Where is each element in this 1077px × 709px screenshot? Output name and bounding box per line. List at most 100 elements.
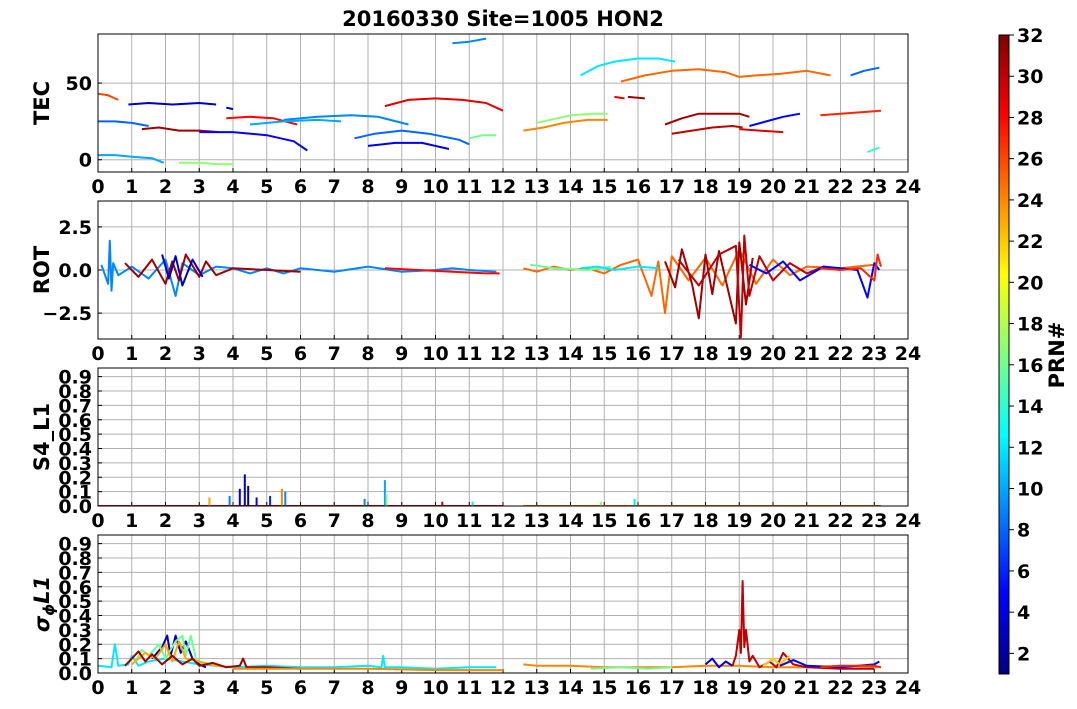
x-tick-label: 8 bbox=[361, 176, 374, 198]
series-line-prn-14 bbox=[867, 146, 880, 154]
x-tick-label: 15 bbox=[591, 343, 617, 365]
x-tick-label: 9 bbox=[395, 343, 408, 365]
series-line-prn-27 bbox=[820, 109, 882, 117]
x-tick-label: 2 bbox=[159, 343, 172, 365]
x-tick-label: 7 bbox=[328, 343, 341, 365]
panel-s4: 0 1 2 3 4 5 6 7 8 9 10 11 12 13 14 15 16 17 18 19 20 21 22 23 24… bbox=[30, 367, 921, 532]
x-tick-label: 9 bbox=[395, 510, 408, 532]
x-tick-label: 11 bbox=[456, 176, 482, 198]
x-tick-label: 16 bbox=[625, 510, 651, 532]
x-tick-label: 20 bbox=[760, 510, 786, 532]
series-group bbox=[98, 580, 882, 672]
y-axis-label: TEC bbox=[30, 81, 54, 125]
x-tick-label: 13 bbox=[524, 176, 550, 198]
x-tick-label: 11 bbox=[456, 510, 482, 532]
x-tick-label: 20 bbox=[760, 176, 786, 198]
colorbar-tick-label: 14 bbox=[1017, 396, 1043, 418]
x-tick-label: 15 bbox=[591, 176, 617, 198]
x-tick-label: 21 bbox=[794, 510, 820, 532]
y-tick-label: 50 bbox=[66, 73, 92, 95]
x-tick-label: 8 bbox=[361, 510, 374, 532]
figure-title: 20160330 Site=1005 HON2 bbox=[342, 7, 664, 31]
x-tick-label: 7 bbox=[328, 176, 341, 198]
x-tick-label: 3 bbox=[193, 176, 206, 198]
series-line-prn-30 bbox=[731, 580, 875, 670]
colorbar-tick-label: 2 bbox=[1017, 643, 1030, 665]
x-tick-label: 23 bbox=[861, 510, 887, 532]
series-line-prn-31 bbox=[124, 253, 301, 285]
x-tick-label: 2 bbox=[159, 677, 172, 699]
x-tick-label: 12 bbox=[490, 677, 516, 699]
x-tick-label: 5 bbox=[260, 343, 273, 365]
x-tick-label: 1 bbox=[125, 343, 138, 365]
series-line-prn-8 bbox=[850, 66, 880, 77]
series-line-prn-25 bbox=[620, 68, 831, 83]
x-tick-label: 11 bbox=[456, 677, 482, 699]
x-tick-label: 6 bbox=[294, 343, 307, 365]
x-tick-label: 16 bbox=[625, 677, 651, 699]
x-tick-label: 24 bbox=[895, 510, 921, 532]
x-tick-label: 22 bbox=[827, 343, 853, 365]
colorbar-tick-label: 32 bbox=[1017, 25, 1043, 47]
x-tick-label: 17 bbox=[659, 343, 685, 365]
x-tick-label: 7 bbox=[328, 677, 341, 699]
colorbar-tick-label: 28 bbox=[1017, 107, 1043, 129]
y-axis-label: S4_L1 bbox=[30, 403, 54, 471]
series-line-prn-5 bbox=[199, 131, 308, 152]
series-line-prn-29 bbox=[739, 128, 784, 134]
x-tick-label: 13 bbox=[524, 343, 550, 365]
colorbar-gradient bbox=[998, 34, 1010, 675]
x-tick-label: 9 bbox=[395, 176, 408, 198]
x-tick-label: 16 bbox=[625, 343, 651, 365]
x-tick-label: 23 bbox=[861, 343, 887, 365]
x-tick-label: 15 bbox=[591, 510, 617, 532]
x-tick-label: 6 bbox=[294, 510, 307, 532]
series-line-prn-10 bbox=[98, 154, 165, 164]
colorbar-label: PRN# bbox=[1045, 322, 1069, 389]
x-tick-label: 19 bbox=[726, 343, 752, 365]
y-tick-label: −2.5 bbox=[42, 303, 92, 325]
x-tick-label: 10 bbox=[422, 677, 448, 699]
x-tick-label: 18 bbox=[692, 510, 718, 532]
x-tick-label: 22 bbox=[827, 510, 853, 532]
colorbar-tick-label: 26 bbox=[1017, 149, 1043, 171]
x-tick-label: 22 bbox=[827, 176, 853, 198]
series-line-prn-3 bbox=[226, 106, 234, 111]
x-tick-label: 2 bbox=[159, 510, 172, 532]
x-tick-label: 3 bbox=[193, 343, 206, 365]
y-tick-label: 0.9 bbox=[58, 367, 92, 389]
series-line-prn-29 bbox=[384, 97, 504, 112]
x-tick-label: 12 bbox=[490, 343, 516, 365]
x-tick-label: 4 bbox=[226, 176, 239, 198]
series-line-prn-25 bbox=[523, 248, 875, 315]
colorbar-tick-label: 6 bbox=[1017, 561, 1030, 583]
x-tick-label: 13 bbox=[524, 677, 550, 699]
series-line-prn-29 bbox=[614, 95, 625, 100]
x-tick-label: 18 bbox=[692, 343, 718, 365]
y-tick-label: 0.0 bbox=[58, 260, 92, 282]
x-tick-label: 10 bbox=[422, 510, 448, 532]
colorbar-tick-label: 12 bbox=[1017, 437, 1043, 459]
series-line-prn-26 bbox=[98, 92, 119, 101]
series-line-prn-16 bbox=[590, 666, 672, 670]
panel-tec: 0 1 2 3 4 5 6 7 8 9 10 11 12 13 14 15 16 17 18 19 20 21 22 23 24… bbox=[30, 33, 921, 198]
x-tick-label: 15 bbox=[591, 677, 617, 699]
x-tick-label: 1 bbox=[125, 677, 138, 699]
x-tick-label: 11 bbox=[456, 343, 482, 365]
series-line-prn-17 bbox=[179, 161, 233, 166]
x-tick-label: 7 bbox=[328, 510, 341, 532]
colorbar-tick-label: 24 bbox=[1017, 190, 1043, 212]
x-tick-label: 3 bbox=[193, 677, 206, 699]
y-tick-label: 0.9 bbox=[58, 534, 92, 556]
x-tick-label: 10 bbox=[422, 176, 448, 198]
colorbar-tick-label: 4 bbox=[1017, 602, 1030, 624]
y-tick-label: 2.5 bbox=[58, 217, 92, 239]
panel-sigma-phi: 0 1 2 3 4 5 6 7 8 9 10 11 12 13 14 15 16 17 18 19 20 21 22 23 24… bbox=[30, 534, 921, 699]
panels: 0 1 2 3 4 5 6 7 8 9 10 11 12 13 14 15 16 17 18 19 20 21 22 23 24… bbox=[30, 33, 921, 699]
x-tick-label: 12 bbox=[490, 510, 516, 532]
x-tick-label: 10 bbox=[422, 343, 448, 365]
x-tick-label: 14 bbox=[557, 510, 583, 532]
x-tick-label: 19 bbox=[726, 176, 752, 198]
series-line-prn-31 bbox=[627, 95, 645, 100]
series-group bbox=[98, 37, 882, 166]
